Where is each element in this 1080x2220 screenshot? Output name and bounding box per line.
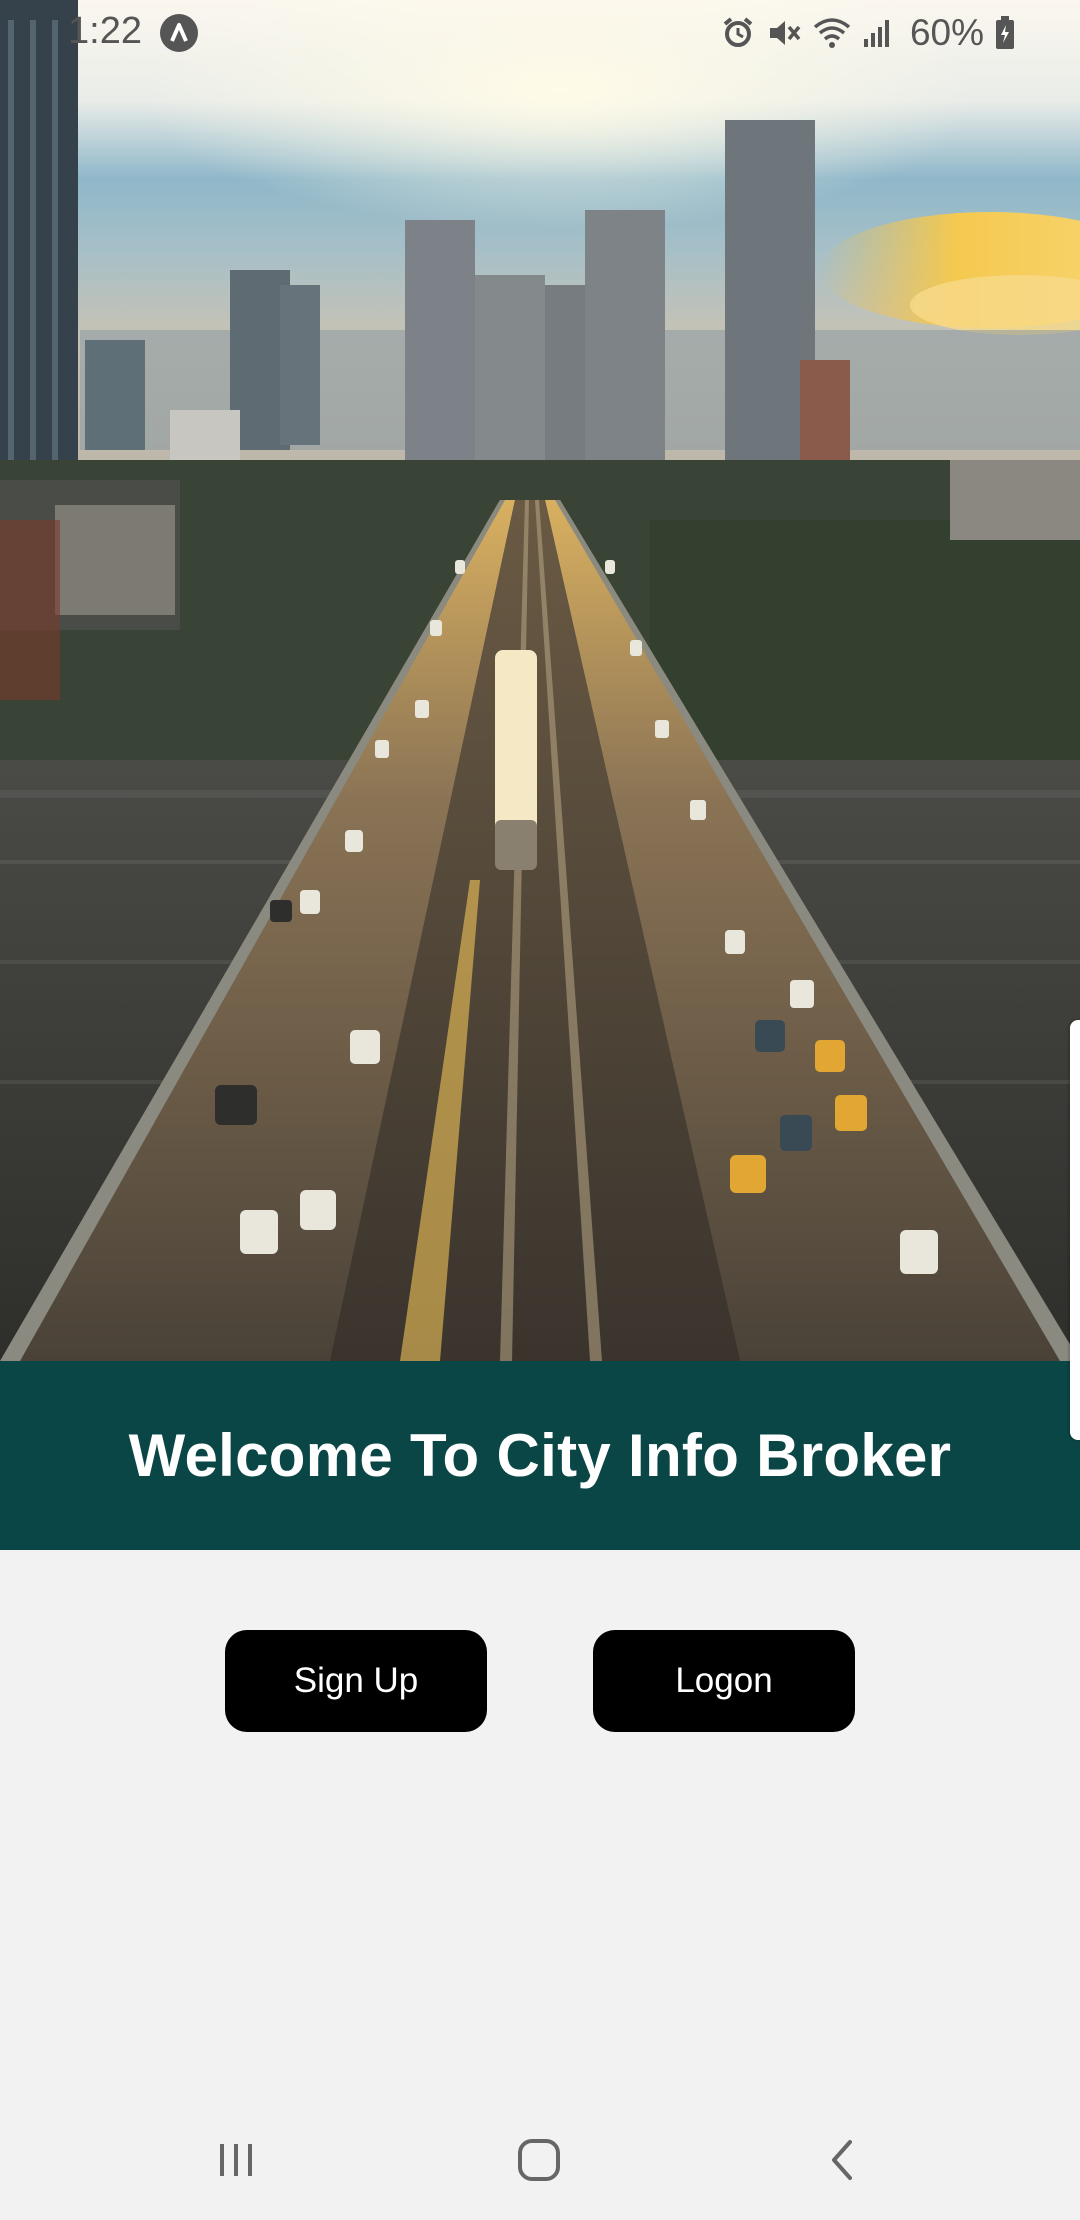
status-icons: 60% — [720, 12, 1016, 54]
recents-button[interactable] — [176, 2120, 296, 2200]
navigation-bar — [0, 2100, 1080, 2220]
logon-button[interactable]: Logon — [593, 1630, 855, 1732]
signal-icon — [863, 20, 889, 47]
back-icon — [832, 2140, 852, 2180]
sign-up-button[interactable]: Sign Up — [225, 1630, 487, 1732]
scroll-indicator[interactable] — [1070, 1020, 1080, 1440]
battery-charging-icon — [996, 16, 1014, 49]
back-button[interactable] — [782, 2120, 902, 2200]
alarm-icon — [723, 17, 753, 47]
recents-icon — [220, 2144, 252, 2176]
home-button[interactable] — [479, 2120, 599, 2200]
battery-percentage: 60% — [909, 12, 984, 53]
welcome-title: Welcome To City Info Broker — [128, 1422, 952, 1489]
status-time: 1:22 — [68, 10, 142, 52]
mute-icon — [769, 21, 801, 45]
city-bridge-traffic-image — [0, 0, 1080, 1361]
wifi-icon — [813, 18, 851, 48]
status-bar: 1:22 60% — [0, 0, 1080, 66]
app-notification-icon — [160, 14, 198, 52]
welcome-banner: Welcome To City Info Broker — [0, 1361, 1080, 1550]
app-screen: 1:22 60% Welcome To City Info Broker Sig… — [0, 0, 1080, 2220]
home-icon — [518, 2139, 560, 2181]
